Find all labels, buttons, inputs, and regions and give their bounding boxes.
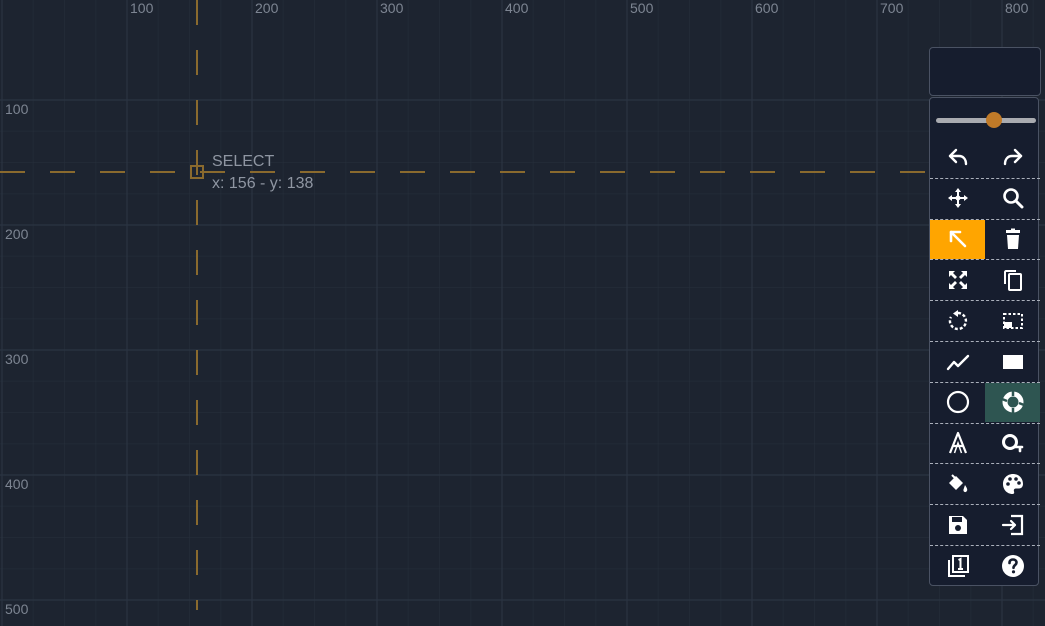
cursor-mode-label: SELECT — [212, 153, 275, 170]
tool-row — [930, 545, 1040, 585]
copy-tool-button[interactable] — [985, 260, 1040, 299]
tool-row — [930, 300, 1040, 340]
top-panel — [929, 47, 1041, 96]
selection-box-icon — [1002, 312, 1023, 329]
zoom-slider-thumb[interactable] — [986, 112, 1002, 128]
text-icon — [948, 431, 967, 454]
rectangle-icon — [1002, 354, 1023, 369]
ruler-x-label: 100 — [130, 0, 154, 16]
tool-row — [930, 218, 1040, 259]
rotate-icon — [948, 309, 967, 330]
search-replace-tool-button[interactable] — [985, 424, 1040, 463]
ruler-y-label: 200 — [5, 226, 29, 242]
tool-row — [930, 177, 1040, 218]
fill-icon — [948, 474, 967, 492]
line-icon — [946, 354, 969, 370]
ruler-y-label: 300 — [5, 351, 29, 367]
redo-tool-button[interactable] — [985, 137, 1040, 176]
ruler-x-label: 500 — [630, 0, 654, 16]
help-icon — [1001, 554, 1024, 577]
import-icon — [1001, 514, 1023, 535]
donut-tool-button[interactable] — [985, 382, 1040, 422]
circle-tool-button[interactable] — [930, 383, 985, 422]
ruler-x-label: 800 — [1005, 0, 1029, 16]
ruler-x-label: 400 — [505, 0, 529, 16]
help-tool-button[interactable] — [985, 546, 1040, 585]
donut-icon — [1001, 390, 1024, 415]
cursor-coordinates: x: 156 - y: 138 — [212, 175, 314, 192]
text-tool-button[interactable] — [930, 424, 985, 463]
select-arrow-icon — [949, 230, 966, 248]
copy-icon — [1003, 269, 1022, 291]
redo-icon — [1003, 148, 1022, 165]
ruler-x-label: 300 — [380, 0, 404, 16]
ruler-x-label: 200 — [255, 0, 279, 16]
palette-icon — [1002, 473, 1023, 494]
fit-screen-tool-button[interactable] — [930, 260, 985, 299]
tool-row — [930, 504, 1040, 544]
drawing-canvas[interactable] — [0, 0, 1045, 626]
rectangle-tool-button[interactable] — [985, 342, 1040, 381]
select-arrow-tool-button[interactable] — [930, 219, 985, 259]
undo-icon — [948, 148, 967, 165]
tool-row — [930, 341, 1040, 381]
ruler-y-label: 400 — [5, 476, 29, 492]
tool-row — [930, 422, 1040, 463]
zoom-icon — [1002, 188, 1023, 209]
palette-tool-button[interactable] — [985, 464, 1040, 503]
circle-icon — [946, 391, 969, 414]
fill-tool-button[interactable] — [930, 464, 985, 503]
tool-row — [930, 137, 1040, 177]
trash-tool-button[interactable] — [985, 220, 1040, 259]
grid — [0, 0, 1045, 626]
zoom-slider[interactable] — [936, 112, 1036, 128]
trash-icon — [1005, 228, 1020, 250]
move-tool-button[interactable] — [930, 179, 985, 218]
ruler-y-label: 100 — [5, 101, 29, 117]
toolbar — [929, 97, 1040, 586]
fit-screen-icon — [948, 270, 967, 289]
zoom-tool-button[interactable] — [985, 179, 1040, 218]
ruler-x-label: 600 — [755, 0, 779, 16]
line-tool-button[interactable] — [930, 342, 985, 381]
crosshair — [0, 0, 930, 610]
move-icon — [947, 188, 968, 209]
search-replace-icon — [1001, 434, 1023, 453]
selection-box-tool-button[interactable] — [985, 301, 1040, 340]
save-tool-button[interactable] — [930, 505, 985, 544]
tool-row — [930, 463, 1040, 503]
layers-tool-button[interactable] — [930, 546, 985, 585]
ruler-y-label: 500 — [5, 601, 29, 617]
rotate-tool-button[interactable] — [930, 301, 985, 340]
tool-row — [930, 381, 1040, 422]
tool-row — [930, 259, 1040, 299]
layers-icon — [947, 554, 969, 577]
undo-tool-button[interactable] — [930, 137, 985, 176]
import-tool-button[interactable] — [985, 505, 1040, 544]
save-icon — [948, 515, 967, 534]
ruler-x-label: 700 — [880, 0, 904, 16]
